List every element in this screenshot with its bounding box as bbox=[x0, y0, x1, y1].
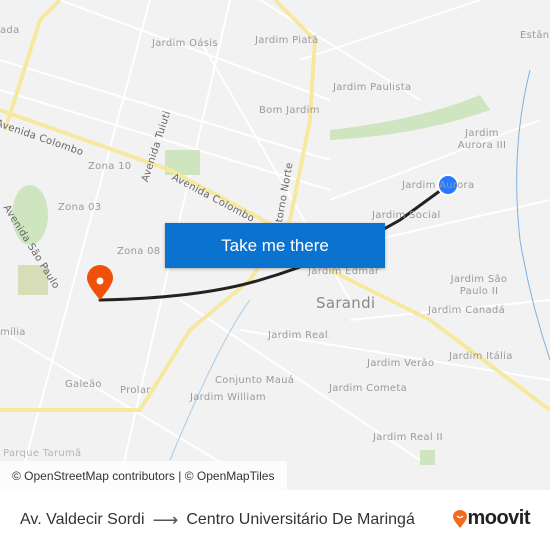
map-label: Jardim Canadá bbox=[428, 305, 506, 316]
arrow-right-icon: ⟶ bbox=[152, 509, 179, 530]
map-label: Jardim Itália bbox=[449, 351, 513, 362]
map-label: ada bbox=[0, 25, 20, 36]
map-label: Galeão bbox=[65, 379, 102, 390]
river bbox=[516, 69, 550, 361]
take-me-there-button[interactable]: Take me there bbox=[165, 223, 385, 268]
map-label: Jardim Real bbox=[268, 330, 328, 341]
map-label: Jardim Oásis bbox=[152, 38, 218, 49]
map-label: Zona 08 bbox=[117, 246, 161, 257]
map-label: Jardim Verão bbox=[367, 358, 435, 369]
map-label: Jardim Piatã bbox=[255, 35, 319, 46]
map-label: Jardim Aurora III bbox=[457, 128, 507, 151]
origin-name: Av. Valdecir Sordi bbox=[20, 511, 145, 528]
map-attribution[interactable]: © OpenStreetMap contributors | © OpenMap… bbox=[0, 461, 287, 490]
map-label: Zona 10 bbox=[88, 161, 132, 172]
map-label: Jardim Aurora bbox=[402, 180, 475, 191]
destination-pin-icon bbox=[87, 265, 113, 300]
map-label: Jardim São Paulo II bbox=[450, 274, 508, 297]
map-label: mília bbox=[0, 327, 26, 338]
destination-name: Centro Universitário De Maringá bbox=[186, 511, 415, 528]
moovit-wordmark: moovit bbox=[467, 507, 530, 529]
map-label-city: Sarandi bbox=[316, 294, 376, 312]
map-label: Parque Tarumã bbox=[3, 448, 82, 459]
moovit-pin-icon bbox=[453, 509, 468, 528]
map-label: Jardim Social bbox=[372, 210, 441, 221]
map-label: Jardim Paulista bbox=[333, 82, 412, 93]
map-label: Bom Jardim bbox=[259, 105, 320, 116]
map-label: Conjunto Mauá bbox=[215, 375, 295, 386]
map[interactable]: ada Jardim Oásis Jardim Piatã Estân Jard… bbox=[0, 0, 550, 490]
map-label: Jardim Real II bbox=[373, 432, 443, 443]
map-label: Jardim William bbox=[190, 392, 266, 403]
map-label: Prolar bbox=[120, 385, 151, 396]
map-label: Jardim Cometa bbox=[329, 383, 408, 394]
map-label: Estân bbox=[520, 30, 550, 41]
map-label: Zona 03 bbox=[58, 202, 102, 213]
moovit-logo: moovit bbox=[453, 507, 530, 530]
